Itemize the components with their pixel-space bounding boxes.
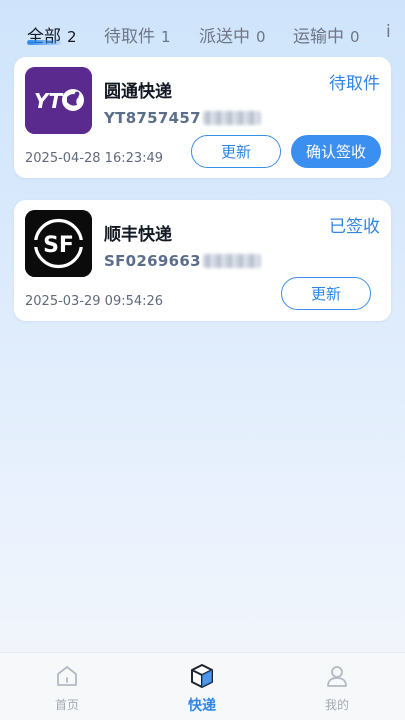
tracking-number[interactable]: YT8757457 bbox=[104, 109, 261, 127]
tab-out-for-delivery[interactable]: 派送中 0 bbox=[199, 22, 266, 47]
tab-in-transit[interactable]: 运输中 0 bbox=[293, 22, 360, 47]
nav-label: 我的 bbox=[324, 698, 349, 712]
package-card[interactable]: YT 圆通快递 YT8757457 待取件 2025-04-28 16:23:4… bbox=[14, 57, 391, 178]
courier-name: 圆通快递 bbox=[104, 82, 172, 102]
tab-label: 运输中 bbox=[293, 27, 344, 47]
bottom-navigation: 首页 快递 我的 bbox=[0, 652, 405, 720]
tracking-number-text: SF0269663 bbox=[104, 252, 201, 270]
timestamp: 2025-04-28 16:23:49 bbox=[25, 151, 164, 166]
nav-item-home[interactable]: 首页 bbox=[37, 663, 97, 719]
tracking-number-text: YT8757457 bbox=[104, 109, 201, 127]
svg-text:YT: YT bbox=[34, 89, 63, 113]
tab-awaiting-pickup[interactable]: 待取件 1 bbox=[104, 22, 171, 47]
redaction-mask bbox=[202, 254, 261, 268]
nav-item-mine[interactable]: 我的 bbox=[307, 663, 367, 719]
tab-label: i bbox=[386, 22, 391, 42]
courier-name: 顺丰快递 bbox=[104, 225, 172, 245]
home-icon bbox=[57, 666, 77, 686]
svg-text:SF: SF bbox=[43, 233, 74, 258]
tab-label: 待取件 bbox=[104, 27, 155, 47]
tab-count: 0 bbox=[256, 28, 266, 46]
package-card[interactable]: SF 顺丰快递 SF0269663 已签收 2025-03-29 09:54:2… bbox=[14, 200, 391, 321]
update-button[interactable]: 更新 bbox=[191, 135, 281, 168]
package-box-icon bbox=[191, 664, 213, 688]
confirm-receipt-button[interactable]: 确认签收 bbox=[291, 135, 381, 168]
tab-count: 0 bbox=[350, 28, 360, 46]
nav-label: 快递 bbox=[188, 698, 216, 714]
tab-count: 2 bbox=[67, 28, 77, 46]
status-tab-bar: 全部 2 待取件 1 派送中 0 运输中 0 i bbox=[0, 0, 405, 52]
timestamp: 2025-03-29 09:54:26 bbox=[25, 294, 164, 309]
status-badge: 待取件 bbox=[329, 74, 380, 94]
tab-overflow[interactable]: i bbox=[386, 22, 391, 42]
user-icon bbox=[327, 666, 347, 687]
tab-count: 1 bbox=[161, 28, 171, 46]
nav-item-express[interactable]: 快递 bbox=[172, 663, 232, 719]
tab-label: 派送中 bbox=[199, 27, 250, 47]
redaction-mask bbox=[202, 111, 261, 125]
yto-logo-icon: YT bbox=[25, 67, 92, 134]
sf-logo-icon: SF bbox=[25, 210, 92, 277]
update-button[interactable]: 更新 bbox=[281, 277, 371, 310]
nav-label: 首页 bbox=[54, 698, 79, 712]
tracking-number[interactable]: SF0269663 bbox=[104, 252, 261, 270]
status-badge: 已签收 bbox=[329, 217, 380, 237]
active-tab-indicator bbox=[27, 40, 61, 45]
